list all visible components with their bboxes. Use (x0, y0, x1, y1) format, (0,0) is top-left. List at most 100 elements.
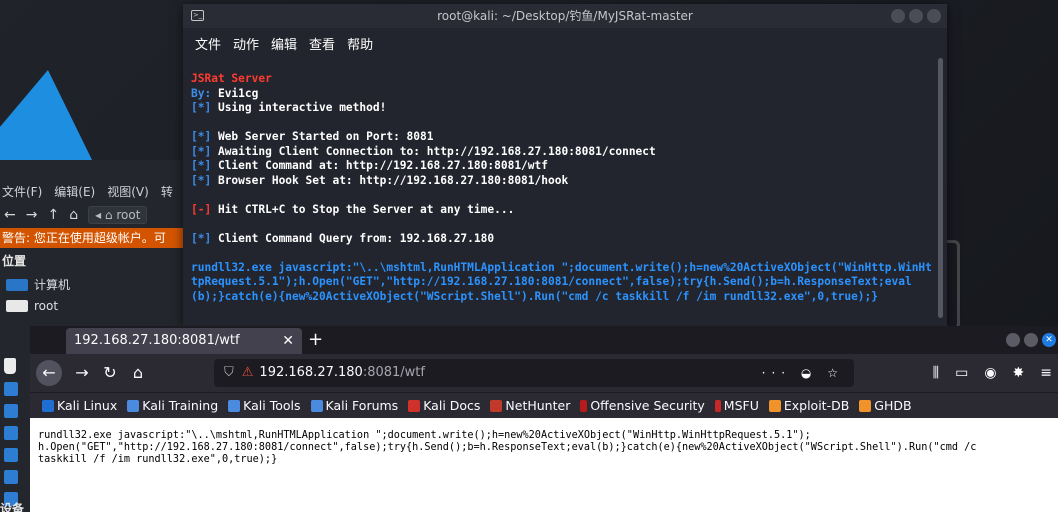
insecure-lock-icon[interactable]: ⚠ (242, 365, 254, 380)
pictures-folder-icon[interactable] (4, 448, 18, 462)
browser-hook-line: [*] Browser Hook Set at: http://192.168.… (191, 174, 933, 189)
home-icon[interactable]: ⌂ (126, 361, 150, 385)
breadcrumb[interactable]: ◂ ⌂ root (88, 206, 148, 224)
tab-active[interactable]: 192.168.27.180:8081/wtf ✕ (66, 328, 302, 354)
home-icon[interactable]: ⌂ (69, 207, 78, 223)
desktop-folder-icon[interactable] (4, 382, 18, 396)
forward-arrow-icon[interactable]: → (26, 207, 38, 223)
terminal-menu-help[interactable]: 帮助 (347, 34, 373, 53)
pocket-icon[interactable]: ◒ (801, 366, 817, 380)
bookmark-msfu[interactable]: MSFU (714, 398, 759, 413)
library-icon[interactable]: ⫼ (933, 361, 939, 385)
bookmark-kali-forums[interactable]: Kali Forums (310, 398, 398, 413)
ghdb-icon (859, 399, 872, 412)
status-text: Client Command Query from: 192.168.27.18… (211, 231, 495, 245)
docs-icon (408, 399, 421, 412)
place-computer[interactable]: 计算机 (0, 273, 190, 296)
terminal-menu-file[interactable]: 文件 (195, 34, 221, 53)
status-marker: [*] (191, 159, 212, 172)
bookmark-kali-training[interactable]: Kali Training (127, 398, 218, 413)
fm-menu-go[interactable]: 转 (161, 183, 173, 200)
terminal-window[interactable]: >_ root@kali: ~/Desktop/钓鱼/MyJSRat-maste… (183, 4, 947, 326)
back-arrow-icon[interactable]: ← (4, 207, 16, 223)
kali-icon (228, 399, 241, 412)
maximize-button[interactable] (909, 9, 923, 23)
terminal-menu-actions[interactable]: 动作 (233, 34, 259, 53)
bookmark-exploit-db[interactable]: Exploit-DB (768, 398, 850, 413)
bookmark-label: GHDB (874, 398, 912, 413)
bookmark-label: Kali Linux (57, 398, 118, 413)
minimize-button[interactable] (1006, 333, 1020, 347)
place-label: 计算机 (34, 278, 71, 292)
place-root[interactable]: root (0, 296, 190, 316)
fm-menu-view[interactable]: 视图(V) (107, 183, 149, 200)
extension-icon[interactable]: ✸ (1013, 361, 1025, 385)
new-tab-button[interactable]: + (308, 328, 323, 352)
bookmark-nethunter[interactable]: NetHunter (490, 398, 570, 413)
bookmark-label: Exploit-DB (783, 398, 850, 413)
browser-toolbar-right: ⫼ ▭ ◉ ✸ ≡ (933, 361, 1052, 385)
maximize-button[interactable] (1024, 333, 1038, 347)
file-manager-menubar: 文件(F) 编辑(E) 视图(V) 转 (0, 180, 190, 202)
fm-menu-edit[interactable]: 编辑(E) (54, 183, 95, 200)
documents-folder-icon[interactable] (4, 404, 18, 418)
bookmark-kali-tools[interactable]: Kali Tools (228, 398, 301, 413)
status-text: Awaiting Client Connection to: http://19… (211, 144, 656, 158)
bookmark-offensive-security[interactable]: Offensive Security (580, 398, 705, 413)
place-label: root (34, 299, 59, 313)
account-icon[interactable]: ◉ (984, 361, 996, 385)
forward-arrow-icon[interactable]: → (70, 361, 94, 385)
bookmark-label: Offensive Security (590, 398, 705, 413)
author-line: By: Evi1cg (191, 87, 933, 102)
menu-icon[interactable]: ≡ (1040, 361, 1052, 385)
terminal-menu-view[interactable]: 查看 (309, 34, 335, 53)
url-bar[interactable]: ⛉ ⚠ 192.168.27.180:8081/wtf ··· ◒ ☆ (214, 359, 854, 387)
terminal-titlebar[interactable]: >_ root@kali: ~/Desktop/钓鱼/MyJSRat-maste… (183, 4, 947, 28)
terminal-window-controls (891, 9, 941, 23)
browser-navbar: ← → ↻ ⌂ ⛉ ⚠ 192.168.27.180:8081/wtf ··· ◒ … (30, 354, 1058, 392)
bookmark-kali-docs[interactable]: Kali Docs (408, 398, 480, 413)
bookmark-kali-linux[interactable]: Kali Linux (42, 398, 117, 413)
terminal-scrollbar[interactable] (938, 58, 943, 318)
close-button[interactable]: ✕ (1042, 333, 1056, 347)
trash-icon[interactable] (4, 358, 16, 374)
bookmark-label: Kali Docs (423, 398, 481, 413)
fm-menu-file[interactable]: 文件(F) (2, 183, 42, 200)
bookmark-star-icon[interactable]: ☆ (827, 366, 844, 380)
shield-icon[interactable]: ⛉ (224, 365, 234, 380)
status-text: Using interactive method! (211, 101, 387, 114)
url-path: :8081/wtf (362, 365, 425, 380)
sidebar-icon[interactable]: ▭ (955, 361, 968, 385)
root-warning-bar: 警告: 您正在使用超级帐户。可 (0, 228, 190, 248)
up-arrow-icon[interactable]: ↑ (47, 207, 59, 223)
bookmark-ghdb[interactable]: GHDB (859, 398, 912, 413)
devices-heading: 设备 (0, 502, 25, 512)
music-folder-icon[interactable] (4, 426, 18, 440)
browser-window[interactable]: 192.168.27.180:8081/wtf ✕ + ✕ ← → ↻ ⌂ ⛉ ⚠… (30, 326, 1058, 512)
breadcrumb-root: root (116, 208, 141, 222)
author-value: Evi1cg (211, 86, 259, 100)
computer-icon (6, 278, 28, 291)
terminal-output[interactable]: JSRat Server By: Evi1cg [*] Using intera… (191, 72, 933, 304)
more-actions-icon[interactable]: ··· (762, 366, 791, 380)
status-marker: [*] (191, 130, 212, 143)
browser-tabstrip: 192.168.27.180:8081/wtf ✕ + ✕ (30, 326, 1058, 354)
bookmark-label: MSFU (723, 398, 759, 413)
browser-window-controls: ✕ (1006, 333, 1056, 347)
terminal-menu-edit[interactable]: 编辑 (271, 34, 297, 53)
reload-icon[interactable]: ↻ (98, 361, 122, 385)
videos-folder-icon[interactable] (4, 470, 18, 484)
back-arrow-icon[interactable]: ← (36, 360, 62, 386)
status-text: Client Command at: http://192.168.27.180… (211, 159, 548, 172)
terminal-menubar: 文件 动作 编辑 查看 帮助 (183, 28, 947, 58)
bookmark-label: Kali Tools (243, 398, 301, 413)
query-line: [*] Client Command Query from: 192.168.2… (191, 232, 933, 247)
close-button[interactable] (927, 9, 941, 23)
terminal-title: root@kali: ~/Desktop/钓鱼/MyJSRat-master (437, 9, 693, 23)
status-text: Web Server Started on Port: 8081 (211, 130, 434, 143)
tab-close-icon[interactable]: ✕ (282, 328, 294, 354)
minimize-button[interactable] (891, 9, 905, 23)
